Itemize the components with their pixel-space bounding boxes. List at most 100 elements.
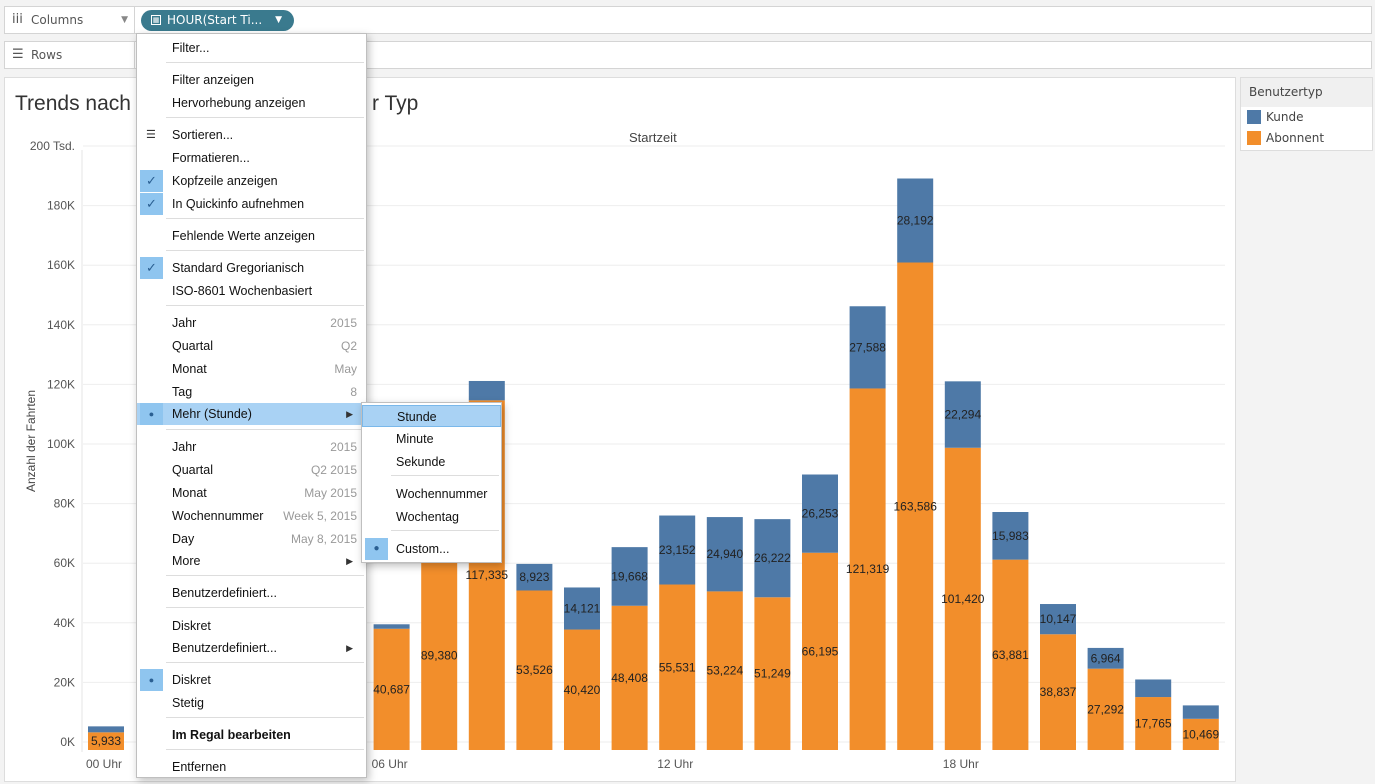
- y-tick-label: 140K: [47, 318, 75, 332]
- bullet-icon: ●: [365, 538, 388, 560]
- menu-item-label: ISO-8601 Wochenbasiert: [172, 284, 313, 298]
- submenu-item-label: Wochentag: [396, 510, 460, 524]
- submenu-item-label: Sekunde: [396, 455, 446, 469]
- menu-item-label: Filter anzeigen: [172, 73, 254, 87]
- legend-item-kunde[interactable]: Kunde: [1241, 107, 1372, 128]
- y-tick-label: 200 Tsd.: [30, 139, 75, 153]
- y-tick-label: 0K: [60, 735, 75, 749]
- menu-item-entfernen[interactable]: Entfernen: [137, 756, 366, 778]
- menu-item-label: Jahr: [172, 440, 197, 454]
- data-label-abonnent: 40,420: [564, 683, 601, 697]
- menu-item-day[interactable]: Day May 8, 2015: [137, 528, 366, 550]
- x-tick-label: 12 Uhr: [657, 757, 693, 771]
- menu-item-im-regal-bearbeiten[interactable]: Im Regal bearbeiten: [137, 724, 366, 746]
- data-label-kunde: 14,121: [564, 602, 601, 616]
- legend-label: Kunde: [1266, 110, 1304, 124]
- menu-separator: [391, 530, 499, 531]
- data-label-abonnent: 51,249: [754, 667, 791, 681]
- menu-item-standard-gregorianisch[interactable]: ✓ Standard Gregorianisch: [137, 257, 366, 279]
- data-label-abonnent: 163,586: [894, 499, 938, 513]
- menu-item-filter-anzeigen[interactable]: Filter anzeigen: [137, 69, 366, 91]
- data-label-kunde: 24,940: [706, 547, 743, 561]
- menu-item-benutzerdefiniert[interactable]: Benutzerdefiniert... ▶: [137, 637, 366, 659]
- menu-item-quartal[interactable]: Quartal Q2: [137, 335, 366, 357]
- submenu-item-stunde[interactable]: Stunde: [362, 405, 501, 427]
- bullet-icon: ●: [140, 403, 163, 425]
- submenu-item-label: Custom...: [396, 542, 450, 556]
- menu-item-mehr-stunde[interactable]: ● Mehr (Stunde) ▶: [137, 403, 366, 425]
- menu-item-more[interactable]: More ▶: [137, 550, 366, 572]
- menu-item-label: Standard Gregorianisch: [172, 261, 305, 275]
- field-context-menu[interactable]: Filter... Filter anzeigen Hervorhebung anz…: [136, 33, 367, 778]
- submenu-item-label: Stunde: [397, 410, 437, 424]
- y-axis-label: Anzahl der Fahrten: [24, 390, 38, 492]
- menu-item-label: Monat: [172, 362, 207, 376]
- legend-title: Benutzertyp: [1241, 78, 1372, 107]
- data-label-abonnent: 55,531: [659, 660, 696, 674]
- bar-kunde: [373, 624, 410, 629]
- data-label-kunde: 26,253: [802, 507, 839, 521]
- menu-item-value: Q2: [340, 339, 357, 353]
- menu-item-label: Jahr: [172, 316, 197, 330]
- menu-item-in-quickinfo-aufnehmen[interactable]: ✓ In Quickinfo aufnehmen: [137, 193, 366, 215]
- legend[interactable]: Benutzertyp Kunde Abonnent: [1240, 77, 1373, 151]
- data-label-abonnent: 89,380: [421, 648, 458, 662]
- menu-separator: [166, 749, 364, 750]
- data-label-abonnent: 48,408: [611, 671, 648, 685]
- menu-item-wochennummer[interactable]: Wochennummer Week 5, 2015: [137, 505, 366, 527]
- data-label-kunde: 19,668: [611, 569, 648, 583]
- menu-item-label: Sortieren...: [172, 128, 234, 142]
- menu-item-stetig[interactable]: Stetig: [137, 692, 366, 714]
- menu-item-diskret[interactable]: ● Diskret: [137, 669, 366, 691]
- legend-item-abonnent[interactable]: Abonnent: [1241, 128, 1372, 149]
- menu-item-jahr[interactable]: Jahr 2015: [137, 436, 366, 458]
- menu-item-filter[interactable]: Filter...: [137, 37, 366, 59]
- submenu-item-custom[interactable]: ● Custom...: [362, 538, 501, 560]
- menu-item-label: Quartal: [172, 463, 213, 477]
- data-label-abonnent: 63,881: [992, 648, 1029, 662]
- data-label-abonnent: 10,469: [1182, 727, 1219, 741]
- submenu-item-label: Minute: [396, 432, 434, 446]
- submenu-item-wochennummer[interactable]: Wochennummer: [362, 483, 501, 505]
- x-tick-label: 18 Uhr: [943, 757, 979, 771]
- menu-separator: [166, 662, 364, 663]
- menu-item-quartal[interactable]: Quartal Q2 2015: [137, 459, 366, 481]
- submenu-item-sekunde[interactable]: Sekunde: [362, 451, 501, 473]
- submenu-item-wochentag[interactable]: Wochentag: [362, 506, 501, 528]
- menu-item-kopfzeile-anzeigen[interactable]: ✓ Kopfzeile anzeigen: [137, 170, 366, 192]
- bar-kunde: [468, 380, 505, 401]
- menu-item-sortieren[interactable]: ☰ Sortieren...: [137, 124, 366, 146]
- menu-item-value: 8: [350, 385, 357, 399]
- submenu-item-label: Wochennummer: [396, 487, 488, 501]
- menu-item-tag[interactable]: Tag 8: [137, 381, 366, 403]
- menu-item-diskret[interactable]: Diskret: [137, 615, 366, 637]
- menu-item-label: Tag: [172, 385, 193, 399]
- menu-item-label: Stetig: [172, 696, 204, 710]
- menu-item-benutzerdefiniert[interactable]: Benutzerdefiniert...: [137, 582, 366, 604]
- menu-item-fehlende-werte-anzeigen[interactable]: Fehlende Werte anzeigen: [137, 225, 366, 247]
- data-label-kunde: 28,192: [897, 214, 934, 228]
- data-label-abonnent: 66,195: [802, 644, 839, 658]
- menu-item-formatieren[interactable]: Formatieren...: [137, 147, 366, 169]
- more-submenu[interactable]: Stunde Minute Sekunde Wochennummer Wochentag…: [361, 402, 502, 563]
- y-tick-label: 60K: [54, 556, 75, 570]
- menu-item-monat[interactable]: Monat May 2015: [137, 482, 366, 504]
- data-label-kunde: 26,222: [754, 551, 791, 565]
- menu-separator: [391, 475, 499, 476]
- menu-item-jahr[interactable]: Jahr 2015: [137, 312, 366, 334]
- menu-item-monat[interactable]: Monat May: [137, 358, 366, 380]
- y-tick-label: 120K: [47, 377, 75, 391]
- submenu-item-minute[interactable]: Minute: [362, 428, 501, 450]
- menu-item-label: Benutzerdefiniert...: [172, 586, 277, 600]
- menu-separator: [166, 250, 364, 251]
- chevron-right-icon: ▶: [346, 409, 353, 419]
- menu-separator: [166, 117, 364, 118]
- menu-item-value: May 8, 2015: [290, 532, 357, 546]
- data-label-kunde: 8,923: [519, 570, 549, 584]
- bar-kunde: [1182, 705, 1219, 719]
- menu-item-iso-8601-wochenbasiert[interactable]: ISO-8601 Wochenbasiert: [137, 280, 366, 302]
- menu-item-hervorhebung-anzeigen[interactable]: Hervorhebung anzeigen: [137, 92, 366, 114]
- y-tick-label: 40K: [54, 616, 75, 630]
- menu-item-value: May: [334, 362, 357, 376]
- menu-item-label: Day: [172, 532, 195, 546]
